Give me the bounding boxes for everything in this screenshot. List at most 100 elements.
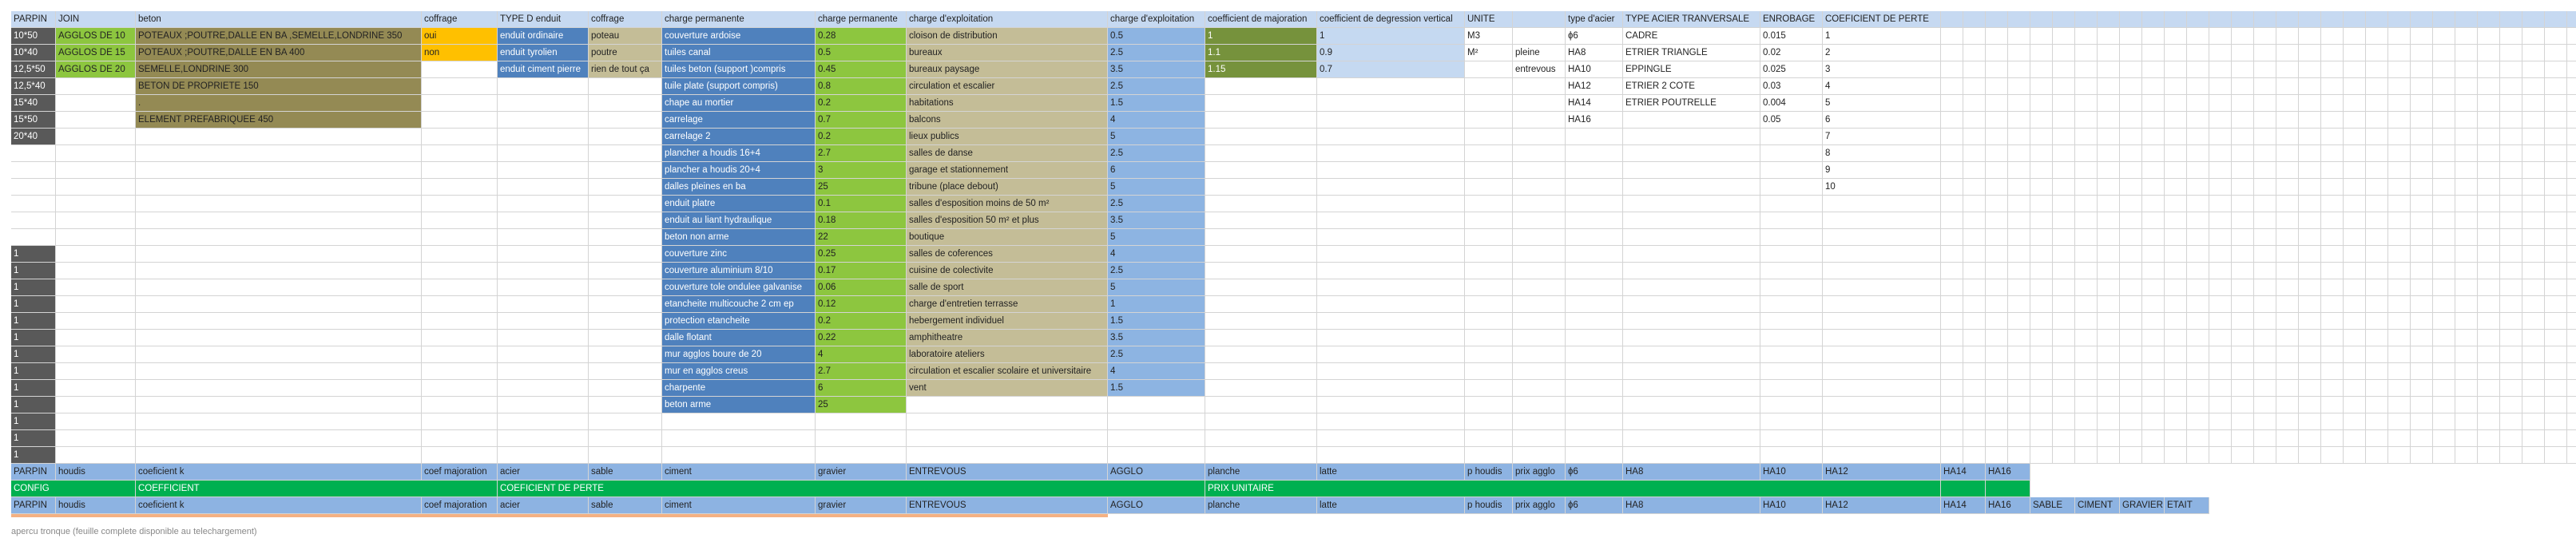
- cell[interactable]: [2008, 162, 2030, 179]
- cell[interactable]: [422, 447, 498, 464]
- cell[interactable]: [589, 397, 662, 413]
- cell[interactable]: [1623, 246, 1760, 263]
- column-header[interactable]: JOIN: [56, 11, 136, 28]
- cell[interactable]: [2030, 212, 2053, 229]
- cell[interactable]: [56, 279, 136, 296]
- perm-name-cell[interactable]: tuiles canal: [662, 45, 816, 61]
- cell[interactable]: [589, 346, 662, 363]
- cell[interactable]: [2455, 413, 2478, 430]
- cell[interactable]: [1465, 112, 1513, 129]
- expl-value-cell[interactable]: 2.5: [1108, 78, 1205, 95]
- cell[interactable]: [1465, 397, 1513, 413]
- cell[interactable]: [589, 179, 662, 196]
- cell[interactable]: [1465, 95, 1513, 112]
- cell[interactable]: [2053, 330, 2075, 346]
- cell[interactable]: [589, 145, 662, 162]
- cell[interactable]: [56, 363, 136, 380]
- cell[interactable]: [2187, 162, 2209, 179]
- config-header-cell[interactable]: HA8: [1623, 464, 1760, 481]
- cell[interactable]: [2187, 263, 2209, 279]
- cell[interactable]: [1823, 397, 1941, 413]
- cell[interactable]: [2008, 430, 2030, 447]
- cell[interactable]: [2075, 28, 2098, 45]
- beton-cell[interactable]: .: [136, 95, 422, 112]
- cell[interactable]: [1941, 447, 1963, 464]
- perm-value-cell[interactable]: 2.7: [816, 145, 907, 162]
- perm-value-cell[interactable]: 0.45: [816, 61, 907, 78]
- column-header[interactable]: TYPE D enduit: [498, 11, 589, 28]
- cell[interactable]: [1963, 196, 1986, 212]
- cell[interactable]: [2567, 346, 2576, 363]
- price-header-cell[interactable]: GRAVIER: [2120, 497, 2165, 514]
- parpin-cell[interactable]: 1: [11, 330, 56, 346]
- price-header-cell[interactable]: HA12: [1823, 497, 1941, 514]
- cell[interactable]: [2142, 162, 2165, 179]
- cell[interactable]: [2232, 162, 2254, 179]
- cell[interactable]: [2053, 196, 2075, 212]
- cell[interactable]: [2500, 61, 2522, 78]
- cell[interactable]: [1566, 162, 1623, 179]
- cell[interactable]: [2276, 246, 2299, 263]
- cell[interactable]: [2299, 447, 2321, 464]
- cell[interactable]: [1317, 330, 1465, 346]
- cell[interactable]: [2209, 95, 2232, 112]
- perm-name-cell[interactable]: couverture aluminium 8/10: [662, 263, 816, 279]
- cell[interactable]: [2366, 179, 2388, 196]
- cell[interactable]: [2433, 430, 2455, 447]
- cell[interactable]: [2187, 246, 2209, 263]
- cell[interactable]: [1823, 430, 1941, 447]
- coffrage-cell[interactable]: non: [422, 45, 498, 61]
- cell[interactable]: [422, 430, 498, 447]
- cell[interactable]: [2455, 363, 2478, 380]
- expl-name-cell[interactable]: vent: [907, 380, 1108, 397]
- cell[interactable]: [1513, 229, 1566, 246]
- cell[interactable]: [2075, 380, 2098, 397]
- cell[interactable]: [2142, 263, 2165, 279]
- expl-value-cell[interactable]: 4: [1108, 112, 1205, 129]
- cell[interactable]: [2366, 296, 2388, 313]
- cell[interactable]: [2232, 246, 2254, 263]
- cell[interactable]: [2344, 78, 2366, 95]
- cell[interactable]: [2008, 313, 2030, 330]
- cell[interactable]: [1760, 179, 1823, 196]
- cell[interactable]: [1317, 263, 1465, 279]
- cell[interactable]: [2299, 413, 2321, 430]
- cell[interactable]: [2254, 313, 2276, 330]
- cell[interactable]: [2120, 263, 2142, 279]
- config-header-cell[interactable]: gravier: [816, 464, 907, 481]
- cell[interactable]: [1963, 145, 1986, 162]
- perm-value-cell[interactable]: 0.2: [816, 129, 907, 145]
- cell[interactable]: [1623, 346, 1760, 363]
- config-cell[interactable]: CONFIG: [11, 481, 136, 497]
- cell[interactable]: [2545, 45, 2567, 61]
- cell[interactable]: [589, 246, 662, 263]
- cell[interactable]: [2411, 212, 2433, 229]
- cell[interactable]: [2187, 95, 2209, 112]
- cell[interactable]: [2366, 145, 2388, 162]
- cell[interactable]: [1986, 28, 2008, 45]
- cell[interactable]: [2411, 430, 2433, 447]
- cell[interactable]: [2030, 279, 2053, 296]
- cell[interactable]: [2187, 28, 2209, 45]
- expl-name-cell[interactable]: garage et stationnement: [907, 162, 1108, 179]
- cell[interactable]: [1623, 363, 1760, 380]
- enduit-cell[interactable]: enduit tyrolien: [498, 45, 589, 61]
- cell[interactable]: [1205, 145, 1317, 162]
- price-header-cell[interactable]: CIMENT: [2075, 497, 2120, 514]
- column-header[interactable]: UNITE: [1465, 11, 1513, 28]
- acier-cell[interactable]: HA10: [1566, 61, 1623, 78]
- cell[interactable]: [589, 78, 662, 95]
- cell[interactable]: [2366, 447, 2388, 464]
- cell[interactable]: [2366, 346, 2388, 363]
- cell[interactable]: [2478, 313, 2500, 330]
- cell[interactable]: [2209, 346, 2232, 363]
- acier-trans-cell[interactable]: ETRIER 2 COTE: [1623, 78, 1760, 95]
- cell[interactable]: [2411, 129, 2433, 145]
- cell[interactable]: [2232, 95, 2254, 112]
- cell[interactable]: [2522, 61, 2545, 78]
- cell[interactable]: [1465, 78, 1513, 95]
- cell[interactable]: [2053, 229, 2075, 246]
- cell[interactable]: [2500, 430, 2522, 447]
- expl-value-cell[interactable]: 6: [1108, 162, 1205, 179]
- cell[interactable]: [2478, 346, 2500, 363]
